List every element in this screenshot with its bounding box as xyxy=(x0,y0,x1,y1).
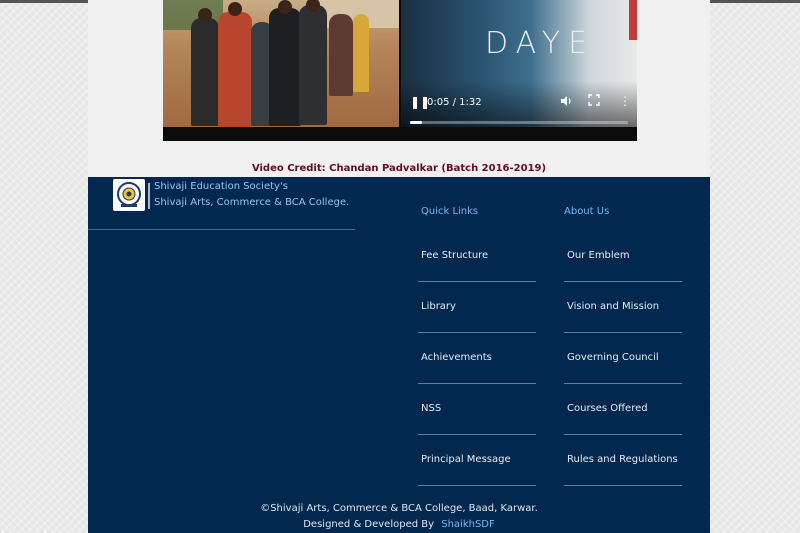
link-vision-mission[interactable]: Vision and Mission xyxy=(567,301,659,312)
person-figure xyxy=(191,18,219,126)
link-achievements[interactable]: Achievements xyxy=(421,352,492,363)
link-nss[interactable]: NSS xyxy=(421,403,441,414)
link-divider xyxy=(418,485,536,486)
college-logo[interactable] xyxy=(113,179,145,211)
link-divider xyxy=(418,434,536,435)
volume-icon[interactable] xyxy=(560,95,572,110)
about-us-heading: About Us xyxy=(564,206,610,217)
link-divider xyxy=(564,281,682,282)
person-head xyxy=(228,2,242,16)
designer-link[interactable]: ShaikhSDF xyxy=(441,519,495,530)
person-head xyxy=(198,8,212,22)
person-figure xyxy=(353,14,369,92)
designed-by-label: Designed & Developed By xyxy=(303,519,435,530)
link-governing-council[interactable]: Governing Council xyxy=(567,352,659,363)
fullscreen-icon[interactable] xyxy=(588,94,600,109)
video-credit: Video Credit: Chandan Padvalkar (Batch 2… xyxy=(251,163,547,174)
emblem-icon xyxy=(117,182,141,207)
designed-by: Designed & Developed By ShaikhSDF xyxy=(88,519,710,530)
link-divider xyxy=(418,281,536,282)
link-divider xyxy=(418,332,536,333)
link-our-emblem[interactable]: Our Emblem xyxy=(567,250,630,261)
link-courses-offered[interactable]: Courses Offered xyxy=(567,403,648,414)
link-rules-regulations[interactable]: Rules and Regulations xyxy=(567,454,678,465)
video-time: 0:05 / 1:32 xyxy=(427,97,482,108)
video-thumbnail-left[interactable] xyxy=(163,0,399,127)
brand-divider xyxy=(88,229,355,230)
link-principal-message[interactable]: Principal Message xyxy=(421,454,511,465)
person-figure xyxy=(329,14,353,96)
more-icon[interactable]: ⋮ xyxy=(619,94,631,108)
person-figure xyxy=(299,5,327,125)
link-divider xyxy=(418,383,536,384)
link-divider xyxy=(564,332,682,333)
link-library[interactable]: Library xyxy=(421,301,456,312)
link-fee-structure[interactable]: Fee Structure xyxy=(421,250,488,261)
video-player[interactable]: DAYE ❚❚ 0:05 / 1:32 ⋮ xyxy=(401,0,637,127)
society-name: Shivaji Education Society's xyxy=(154,181,288,192)
college-name: Shivaji Arts, Commerce & BCA College. xyxy=(154,197,350,208)
link-divider xyxy=(564,485,682,486)
video-progress-bar[interactable] xyxy=(410,121,628,124)
person-figure xyxy=(269,8,301,126)
link-divider xyxy=(564,383,682,384)
video-progress-fill xyxy=(410,121,422,124)
copyright-text: ©Shivaji Arts, Commerce & BCA College, B… xyxy=(260,503,538,514)
person-head xyxy=(278,0,292,14)
video-overlay-title: DAYE xyxy=(485,26,596,61)
logo-divider xyxy=(148,183,150,209)
quick-links-heading: Quick Links xyxy=(421,206,479,217)
link-divider xyxy=(564,434,682,435)
person-figure xyxy=(218,12,252,127)
background-stripe xyxy=(629,0,637,40)
